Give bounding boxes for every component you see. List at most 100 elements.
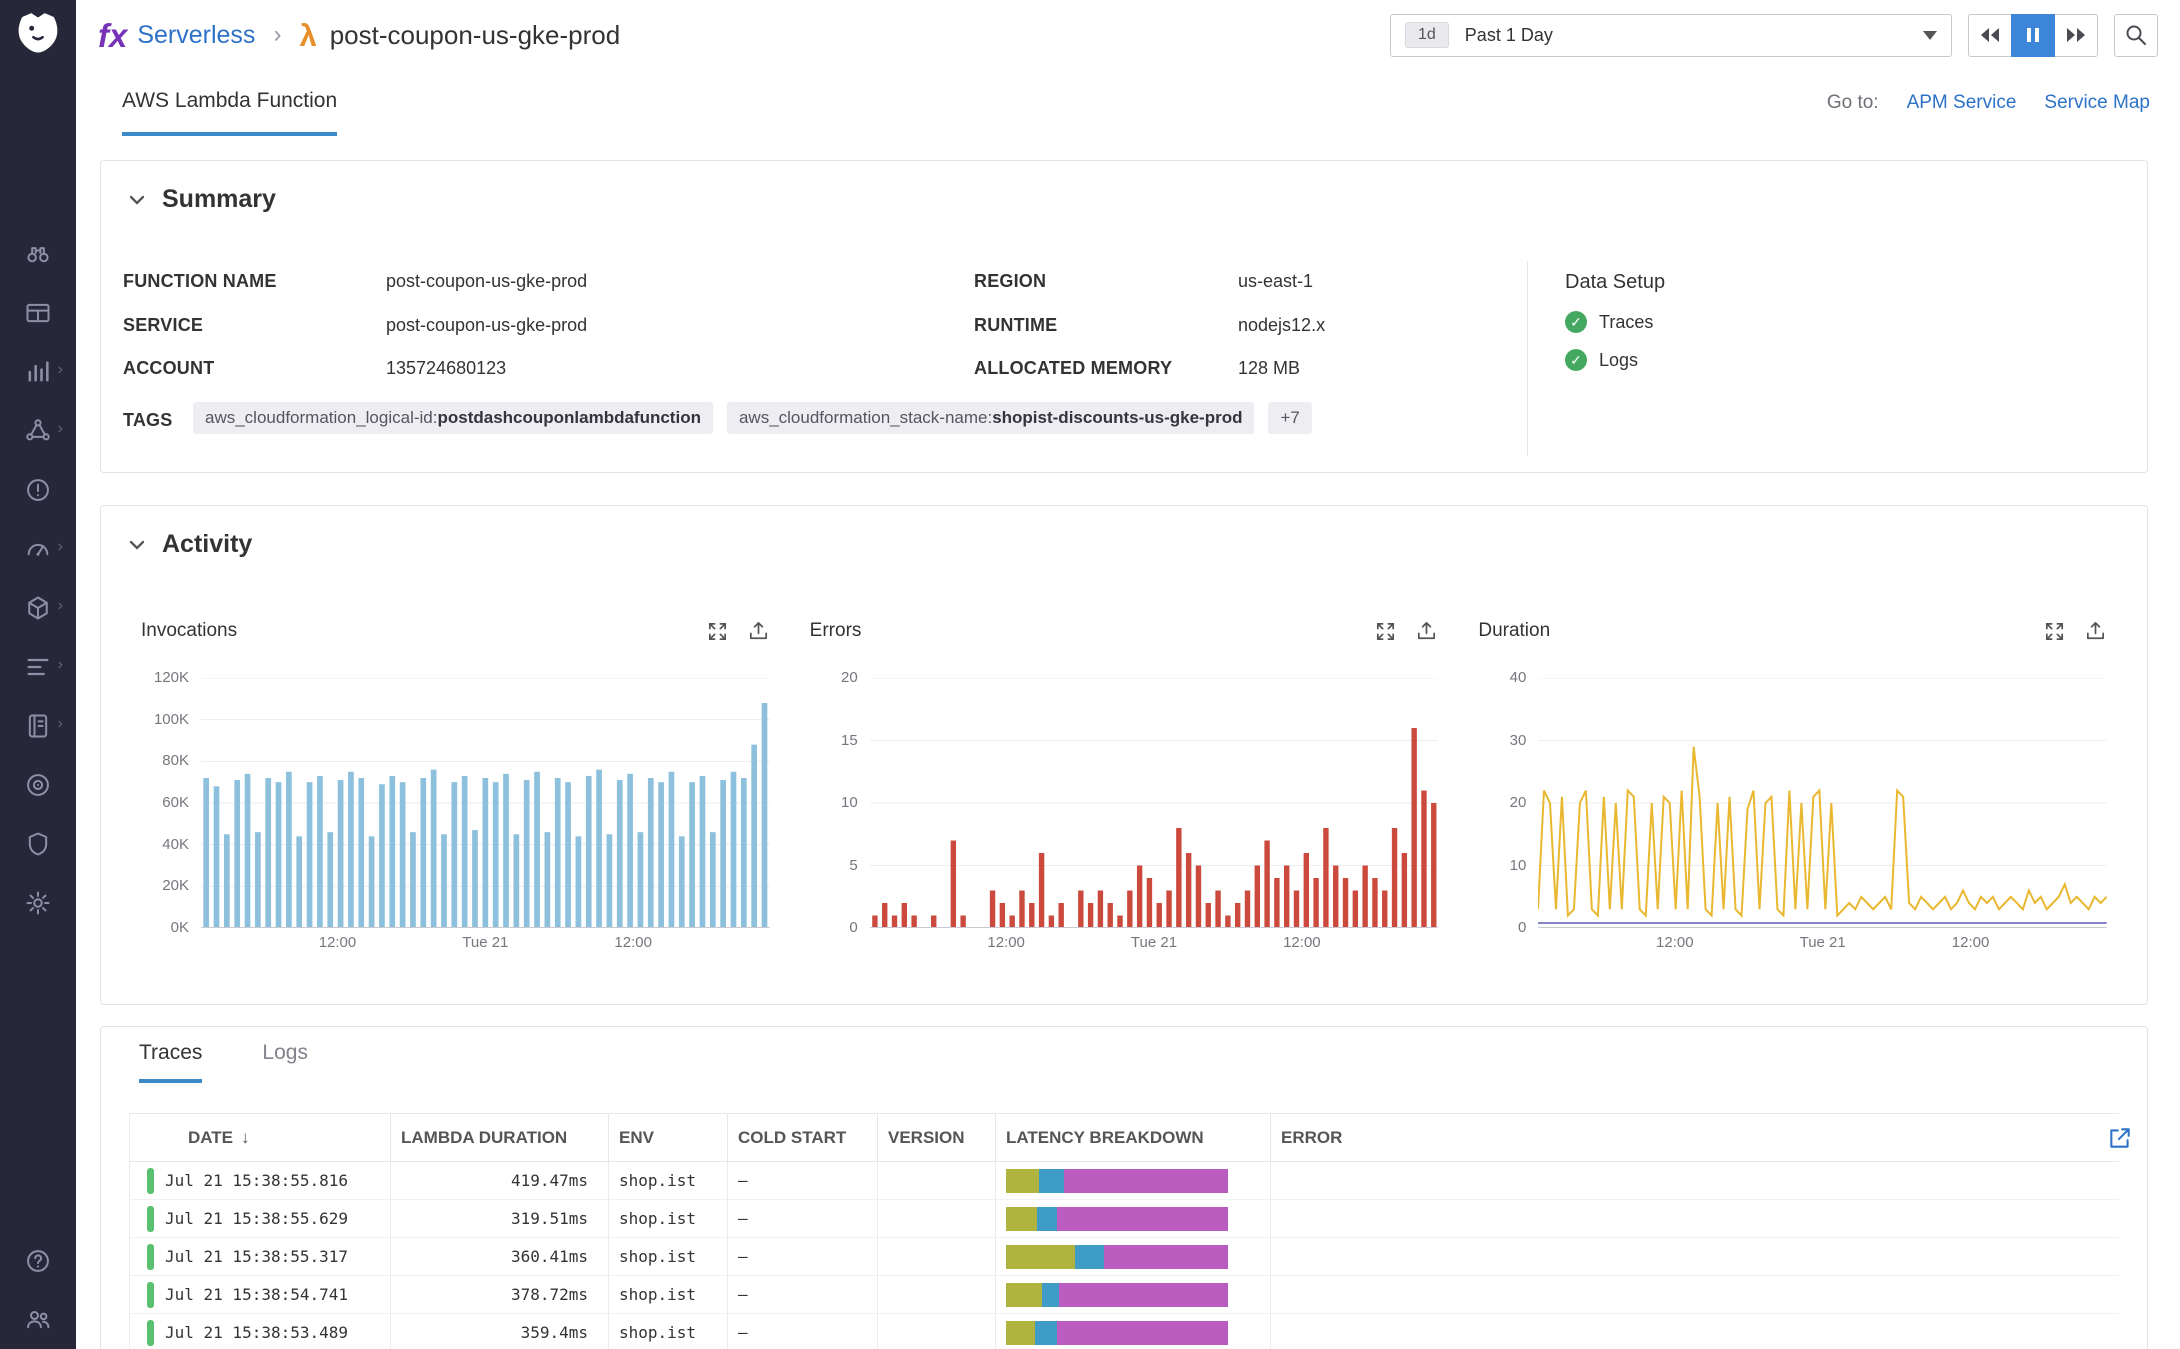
activity-collapse-toggle[interactable]: Activity — [127, 530, 252, 559]
pause-button[interactable] — [2011, 14, 2055, 57]
column-header-cold-start[interactable]: COLD START — [728, 1114, 878, 1161]
trace-cold-start: — — [728, 1162, 878, 1199]
table-row[interactable]: Jul 21 15:38:55.317360.41msshop.ist— — [130, 1238, 2119, 1276]
time-range-picker[interactable]: 1d Past 1 Day — [1390, 14, 1952, 57]
tags-more-button[interactable]: +7 — [1268, 402, 1311, 434]
chevron-down-icon — [1923, 31, 1937, 40]
column-header-date[interactable]: DATE — [130, 1114, 391, 1161]
field-label: ACCOUNT — [123, 358, 214, 379]
table-row[interactable]: Jul 21 15:38:53.489359.4msshop.ist— — [130, 1314, 2119, 1349]
tab-logs[interactable]: Logs — [262, 1041, 308, 1083]
field-value: us-east-1 — [1238, 271, 1313, 292]
fast-forward-button[interactable] — [2054, 14, 2098, 57]
trace-date: Jul 21 15:38:54.741 — [165, 1285, 348, 1304]
x-tick-label: 12:00 — [1952, 934, 1990, 951]
column-header-latency-breakdown[interactable]: LATENCY BREAKDOWN — [996, 1114, 1271, 1161]
sidebar — [0, 0, 76, 1349]
tab-aws-lambda-function[interactable]: AWS Lambda Function — [122, 70, 337, 136]
table-row[interactable]: Jul 21 15:38:55.816419.47msshop.ist— — [130, 1162, 2119, 1200]
section-title: Summary — [162, 185, 276, 214]
field-value: 128 MB — [1238, 358, 1300, 379]
help-icon[interactable] — [24, 1247, 52, 1275]
tag-pill[interactable]: aws_cloudformation_stack-name:shopist-di… — [727, 402, 1255, 434]
trace-env: shop.ist — [609, 1162, 728, 1199]
processes-icon[interactable] — [24, 653, 52, 681]
y-tick-label: 60K — [162, 794, 189, 812]
table-row[interactable]: Jul 21 15:38:55.629319.51msshop.ist— — [130, 1200, 2119, 1238]
breadcrumb-serverless[interactable]: Serverless — [137, 21, 255, 50]
field-value: 135724680123 — [386, 358, 506, 379]
settings-icon[interactable] — [24, 889, 52, 917]
column-header-env[interactable]: ENV — [609, 1114, 728, 1161]
rewind-button[interactable] — [1968, 14, 2012, 57]
watchdog-icon[interactable] — [24, 240, 52, 268]
chart-plot — [201, 678, 770, 928]
trace-env: shop.ist — [609, 1314, 728, 1349]
field-value: post-coupon-us-gke-prod — [386, 271, 587, 292]
error-tracking-icon[interactable] — [24, 476, 52, 504]
zoom-icon[interactable] — [2114, 14, 2158, 57]
trace-error — [1271, 1162, 2119, 1199]
export-icon[interactable] — [1415, 620, 1438, 643]
trace-duration: 360.41ms — [391, 1238, 609, 1275]
dashboards-icon[interactable] — [24, 299, 52, 327]
export-icon[interactable] — [2084, 620, 2107, 643]
activity-card: Activity Invocations 0K20K40K60K80K100K1… — [100, 505, 2148, 1005]
chart-svg — [870, 678, 1439, 928]
infrastructure-icon[interactable] — [24, 594, 52, 622]
lambda-icon: λ — [299, 20, 316, 51]
y-tick-label: 40K — [162, 836, 189, 854]
service-map-link[interactable]: Service Map — [2044, 92, 2150, 114]
apm-service-link[interactable]: APM Service — [1907, 92, 2017, 114]
expand-icon[interactable] — [2043, 620, 2066, 643]
trace-duration: 378.72ms — [391, 1276, 609, 1313]
latency-breakdown-bar — [1006, 1283, 1228, 1307]
ci-cd-icon[interactable] — [24, 771, 52, 799]
chart-plot — [1538, 678, 2107, 928]
trace-latency-cell — [996, 1314, 1271, 1349]
field-label: REGION — [974, 271, 1046, 292]
traces-rows: Jul 21 15:38:55.816419.47msshop.ist—Jul … — [130, 1162, 2119, 1349]
chevron-down-icon — [127, 535, 147, 555]
x-tick-label: 12:00 — [614, 934, 652, 951]
trace-latency-cell — [996, 1200, 1271, 1237]
trace-cold-start: — — [728, 1314, 878, 1349]
goto-label: Go to: — [1827, 92, 1879, 114]
chart-plot — [870, 678, 1439, 928]
organization-icon[interactable] — [24, 1305, 52, 1333]
trace-env: shop.ist — [609, 1238, 728, 1275]
export-icon[interactable] — [747, 620, 770, 643]
synthetics-icon[interactable] — [24, 535, 52, 563]
latency-breakdown-bar — [1006, 1207, 1228, 1231]
data-setup-logs: Logs — [1565, 349, 1638, 371]
y-tick-label: 15 — [841, 732, 858, 750]
column-header-lambda-duration[interactable]: LAMBDA DURATION — [391, 1114, 609, 1161]
trace-error — [1271, 1276, 2119, 1313]
traces-table: DATE LAMBDA DURATION ENV COLD START VERS… — [129, 1113, 2119, 1349]
table-row[interactable]: Jul 21 15:38:54.741378.72msshop.ist— — [130, 1276, 2119, 1314]
sidebar-nav — [0, 240, 76, 917]
x-tick-label: 12:00 — [319, 934, 357, 951]
y-tick-label: 100K — [154, 711, 189, 729]
time-range-label: Past 1 Day — [1465, 25, 1553, 46]
y-tick-label: 10 — [1510, 857, 1527, 875]
tag-pill[interactable]: aws_cloudformation_logical-id:postdashco… — [193, 402, 713, 434]
column-header-error[interactable]: ERROR — [1271, 1114, 2119, 1161]
logs-icon[interactable] — [24, 712, 52, 740]
metrics-icon[interactable] — [24, 358, 52, 386]
y-tick-label: 20 — [841, 669, 858, 687]
summary-collapse-toggle[interactable]: Summary — [127, 185, 276, 214]
apm-icon[interactable] — [24, 417, 52, 445]
expand-icon[interactable] — [706, 620, 729, 643]
tab-traces[interactable]: Traces — [139, 1041, 202, 1083]
expand-icon[interactable] — [1374, 620, 1397, 643]
divider — [1527, 261, 1528, 456]
security-icon[interactable] — [24, 830, 52, 858]
charts-row: Invocations 0K20K40K60K80K100K120K 12:00… — [141, 614, 2107, 964]
trace-cold-start: — — [728, 1276, 878, 1313]
datadog-logo-icon[interactable] — [11, 8, 65, 62]
status-indicator — [147, 1206, 154, 1232]
x-tick-label: Tue 21 — [1131, 934, 1177, 951]
column-header-version[interactable]: VERSION — [878, 1114, 996, 1161]
y-tick-label: 30 — [1510, 732, 1527, 750]
